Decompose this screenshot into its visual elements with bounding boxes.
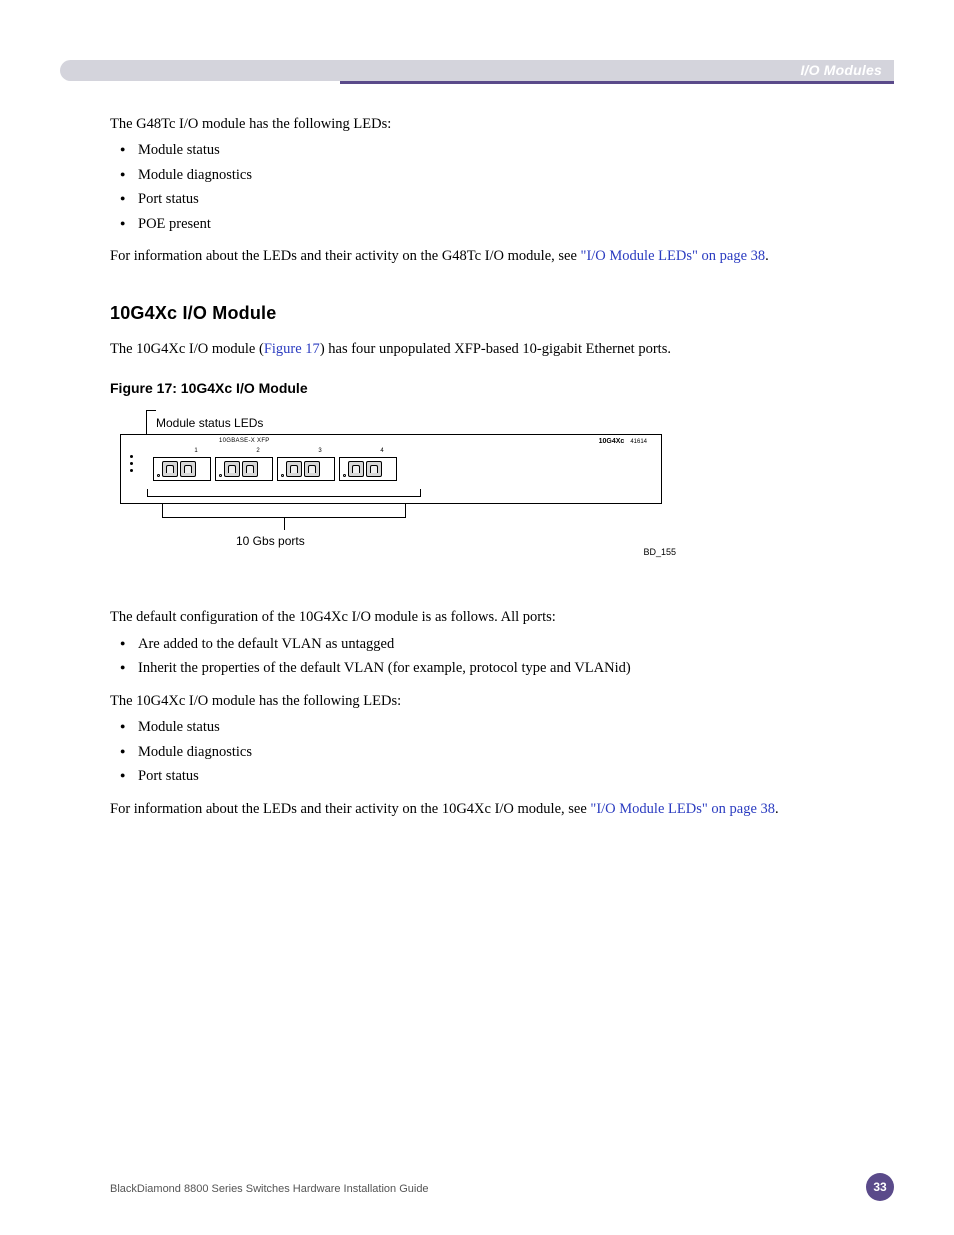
led-list-2: Module status Module diagnostics Port st… <box>110 716 844 787</box>
figure-caption: Figure 17: 10G4Xc I/O Module <box>110 378 844 400</box>
page-number-badge: 33 <box>866 1173 894 1201</box>
port-number-row: 1 2 3 4 <box>165 447 413 456</box>
text-partno: 41614 <box>630 439 647 445</box>
text-run: ) has four unpopulated XFP-based 10-giga… <box>320 341 671 357</box>
paragraph: For information about the LEDs and their… <box>110 245 844 267</box>
port-num: 3 <box>289 447 351 456</box>
xfp-port-1 <box>153 457 211 481</box>
status-led-column <box>127 455 133 476</box>
heading-10g4xc: 10G4Xc I/O Module <box>110 300 844 328</box>
list-item: Module diagnostics <box>120 164 844 186</box>
module-diagram: 10GBASE-X XFP 10G4Xc 41614 1 2 3 4 <box>120 434 662 504</box>
header-section-label: I/O Modules <box>800 60 882 81</box>
xfp-cage-icon <box>366 461 382 477</box>
port-led-icon <box>281 474 284 477</box>
xfp-port-2 <box>215 457 273 481</box>
figure-ref-17[interactable]: Figure 17 <box>264 341 320 357</box>
board-model-label: 10G4Xc 41614 <box>599 437 647 448</box>
default-config-list: Are added to the default VLAN as untagge… <box>110 633 844 680</box>
figure-id: BD_155 <box>120 546 680 560</box>
footer-title: BlackDiamond 8800 Series Switches Hardwa… <box>110 1183 429 1195</box>
list-item: Port status <box>120 188 844 210</box>
board-type-label: 10GBASE-X XFP <box>219 437 270 446</box>
callout-text: 10 Gbs ports <box>236 532 305 551</box>
list-item: Module status <box>120 139 844 161</box>
xfp-port-3 <box>277 457 335 481</box>
status-led-icon <box>127 462 133 469</box>
xfp-cage-icon <box>180 461 196 477</box>
status-led-icon <box>127 469 133 476</box>
xfp-cage-icon <box>242 461 258 477</box>
text-run: . <box>765 248 769 264</box>
xfp-cage-icon <box>286 461 302 477</box>
page-footer: BlackDiamond 8800 Series Switches Hardwa… <box>110 1183 894 1195</box>
port-led-icon <box>157 474 160 477</box>
paragraph: For information about the LEDs and their… <box>110 798 844 820</box>
paragraph: The G48Tc I/O module has the following L… <box>110 113 844 135</box>
callout-line-icon <box>284 518 285 530</box>
callout-brace-icon <box>162 504 406 518</box>
paragraph: The 10G4Xc I/O module has the following … <box>110 690 844 712</box>
xfp-port-4 <box>339 457 397 481</box>
port-led-icon <box>219 474 222 477</box>
text-run: For information about the LEDs and their… <box>110 801 590 817</box>
list-item: Module status <box>120 716 844 738</box>
port-num: 4 <box>351 447 413 456</box>
port-led-icon <box>343 474 346 477</box>
header-bar: I/O Modules <box>60 60 894 81</box>
xfp-cage-icon <box>162 461 178 477</box>
list-item: Module diagnostics <box>120 741 844 763</box>
status-led-icon <box>127 455 133 462</box>
list-item: POE present <box>120 213 844 235</box>
port-num: 2 <box>227 447 289 456</box>
text-run: For information about the LEDs and their… <box>110 248 581 264</box>
port-num: 1 <box>165 447 227 456</box>
link-io-module-leds[interactable]: "I/O Module LEDs" on page 38 <box>581 248 766 264</box>
paragraph: The default configuration of the 10G4Xc … <box>110 606 844 628</box>
page-content: The G48Tc I/O module has the following L… <box>110 113 844 824</box>
callout-ports: 10 Gbs ports <box>120 504 680 544</box>
list-item: Port status <box>120 765 844 787</box>
xfp-cage-icon <box>348 461 364 477</box>
text-model: 10G4Xc <box>599 438 625 445</box>
led-list-1: Module status Module diagnostics Port st… <box>110 139 844 235</box>
xfp-cage-icon <box>304 461 320 477</box>
link-io-module-leds[interactable]: "I/O Module LEDs" on page 38 <box>590 801 775 817</box>
paragraph: The 10G4Xc I/O module (Figure 17) has fo… <box>110 338 844 360</box>
list-item: Inherit the properties of the default VL… <box>120 657 844 679</box>
text-run: The 10G4Xc I/O module ( <box>110 341 264 357</box>
header-accent <box>340 81 894 84</box>
list-item: Are added to the default VLAN as untagge… <box>120 633 844 655</box>
text-run: . <box>775 801 779 817</box>
figure-17: Module status LEDs 10GBASE-X XFP 10G4Xc 4… <box>120 414 680 561</box>
callout-module-status-leds: Module status LEDs <box>156 414 680 433</box>
callout-text: Module status LEDs <box>156 416 263 430</box>
xfp-cage-icon <box>224 461 240 477</box>
module-rail-icon <box>147 489 421 497</box>
